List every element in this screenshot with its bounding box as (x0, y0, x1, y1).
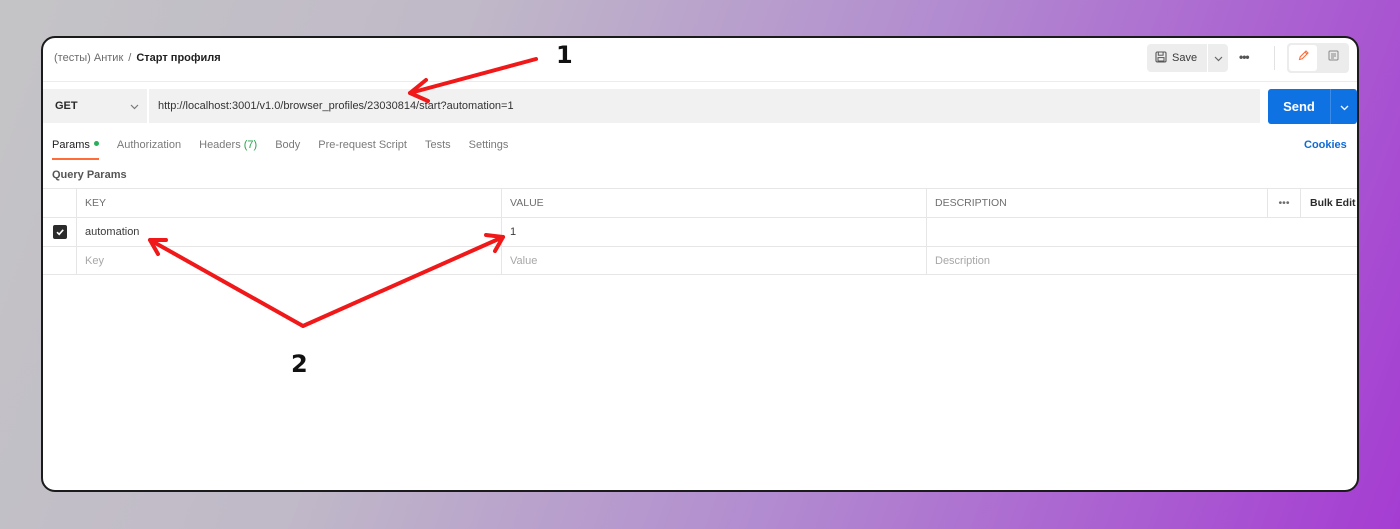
breadcrumb: (тесты) Антик / Старт профиля (54, 52, 221, 64)
documentation-mode-button[interactable] (1319, 45, 1347, 71)
param-enabled-checkbox[interactable] (43, 218, 76, 246)
headers-count: (7) (243, 139, 258, 151)
url-text: http://localhost:3001/v1.0/browser_profi… (158, 100, 514, 112)
header-description: DESCRIPTION (926, 189, 1267, 217)
tab-body[interactable]: Body (275, 139, 300, 159)
save-label: Save (1172, 52, 1198, 64)
annotation-label-2: 2 (291, 350, 308, 378)
bulk-edit-button[interactable]: Bulk Edit (1300, 189, 1357, 217)
toolbar-divider (1274, 46, 1275, 70)
new-value-input[interactable]: Value (501, 247, 926, 275)
annotation-label-1: 1 (556, 41, 573, 69)
tab-label: Pre-request Script (318, 139, 407, 151)
tab-tests[interactable]: Tests (425, 139, 451, 159)
request-header: (тесты) Антик / Старт профиля Save ••• (43, 38, 1357, 82)
new-description-input[interactable]: Description (926, 247, 1357, 275)
chevron-down-icon (1214, 49, 1223, 67)
table-row-new: Key Value Description (43, 246, 1357, 275)
chevron-down-icon (1340, 98, 1349, 116)
save-button[interactable]: Save (1147, 44, 1207, 72)
send-button[interactable]: Send (1268, 89, 1330, 124)
new-row-check-cell (43, 247, 76, 275)
tab-pre-request-script[interactable]: Pre-request Script (318, 139, 407, 159)
column-options-button[interactable]: ••• (1267, 189, 1300, 217)
tab-settings[interactable]: Settings (469, 139, 509, 159)
document-icon (1327, 49, 1340, 67)
param-key-input[interactable]: automation (76, 218, 501, 246)
param-value-input[interactable]: 1 (501, 218, 926, 246)
more-actions-button[interactable]: ••• (1239, 50, 1250, 64)
request-tabs: Params Authorization Headers (7) Body Pr… (52, 139, 526, 160)
table-header-row: KEY VALUE DESCRIPTION ••• Bulk Edit (43, 188, 1357, 217)
save-options-button[interactable] (1208, 44, 1228, 72)
method-label: GET (55, 100, 78, 112)
tab-label: Settings (468, 139, 509, 151)
params-active-dot (93, 141, 99, 146)
request-name[interactable]: Старт профиля (136, 52, 220, 64)
param-description-input[interactable] (926, 218, 1357, 246)
tab-label: Headers (199, 139, 241, 151)
tab-params[interactable]: Params (52, 139, 99, 160)
save-icon (1155, 50, 1167, 66)
table-row: automation 1 (43, 217, 1357, 246)
tab-label: Params (52, 139, 90, 151)
breadcrumb-collection[interactable]: (тесты) Антик (54, 52, 123, 64)
query-params-title: Query Params (52, 169, 127, 181)
header-value: VALUE (501, 189, 926, 217)
tab-authorization[interactable]: Authorization (117, 139, 181, 159)
tab-label: Authorization (116, 139, 182, 151)
breadcrumb-separator: / (128, 52, 132, 64)
url-input[interactable]: http://localhost:3001/v1.0/browser_profi… (149, 89, 1260, 123)
tab-headers[interactable]: Headers (7) (199, 139, 257, 159)
postman-window: (тесты) Антик / Старт профиля Save ••• G… (41, 36, 1359, 492)
pencil-icon (1297, 49, 1310, 67)
new-key-input[interactable]: Key (76, 247, 501, 275)
send-options-button[interactable] (1330, 89, 1357, 124)
checkbox-checked-icon (52, 225, 67, 239)
header-check-cell (43, 189, 76, 217)
tab-label: Tests (424, 139, 451, 151)
edit-mode-button[interactable] (1289, 45, 1317, 71)
view-mode-toggle (1287, 43, 1349, 73)
tab-label: Body (275, 139, 301, 151)
chevron-down-icon (130, 101, 139, 113)
method-select[interactable]: GET (43, 89, 148, 123)
cookies-link[interactable]: Cookies (1304, 139, 1347, 151)
header-key: KEY (76, 189, 501, 217)
